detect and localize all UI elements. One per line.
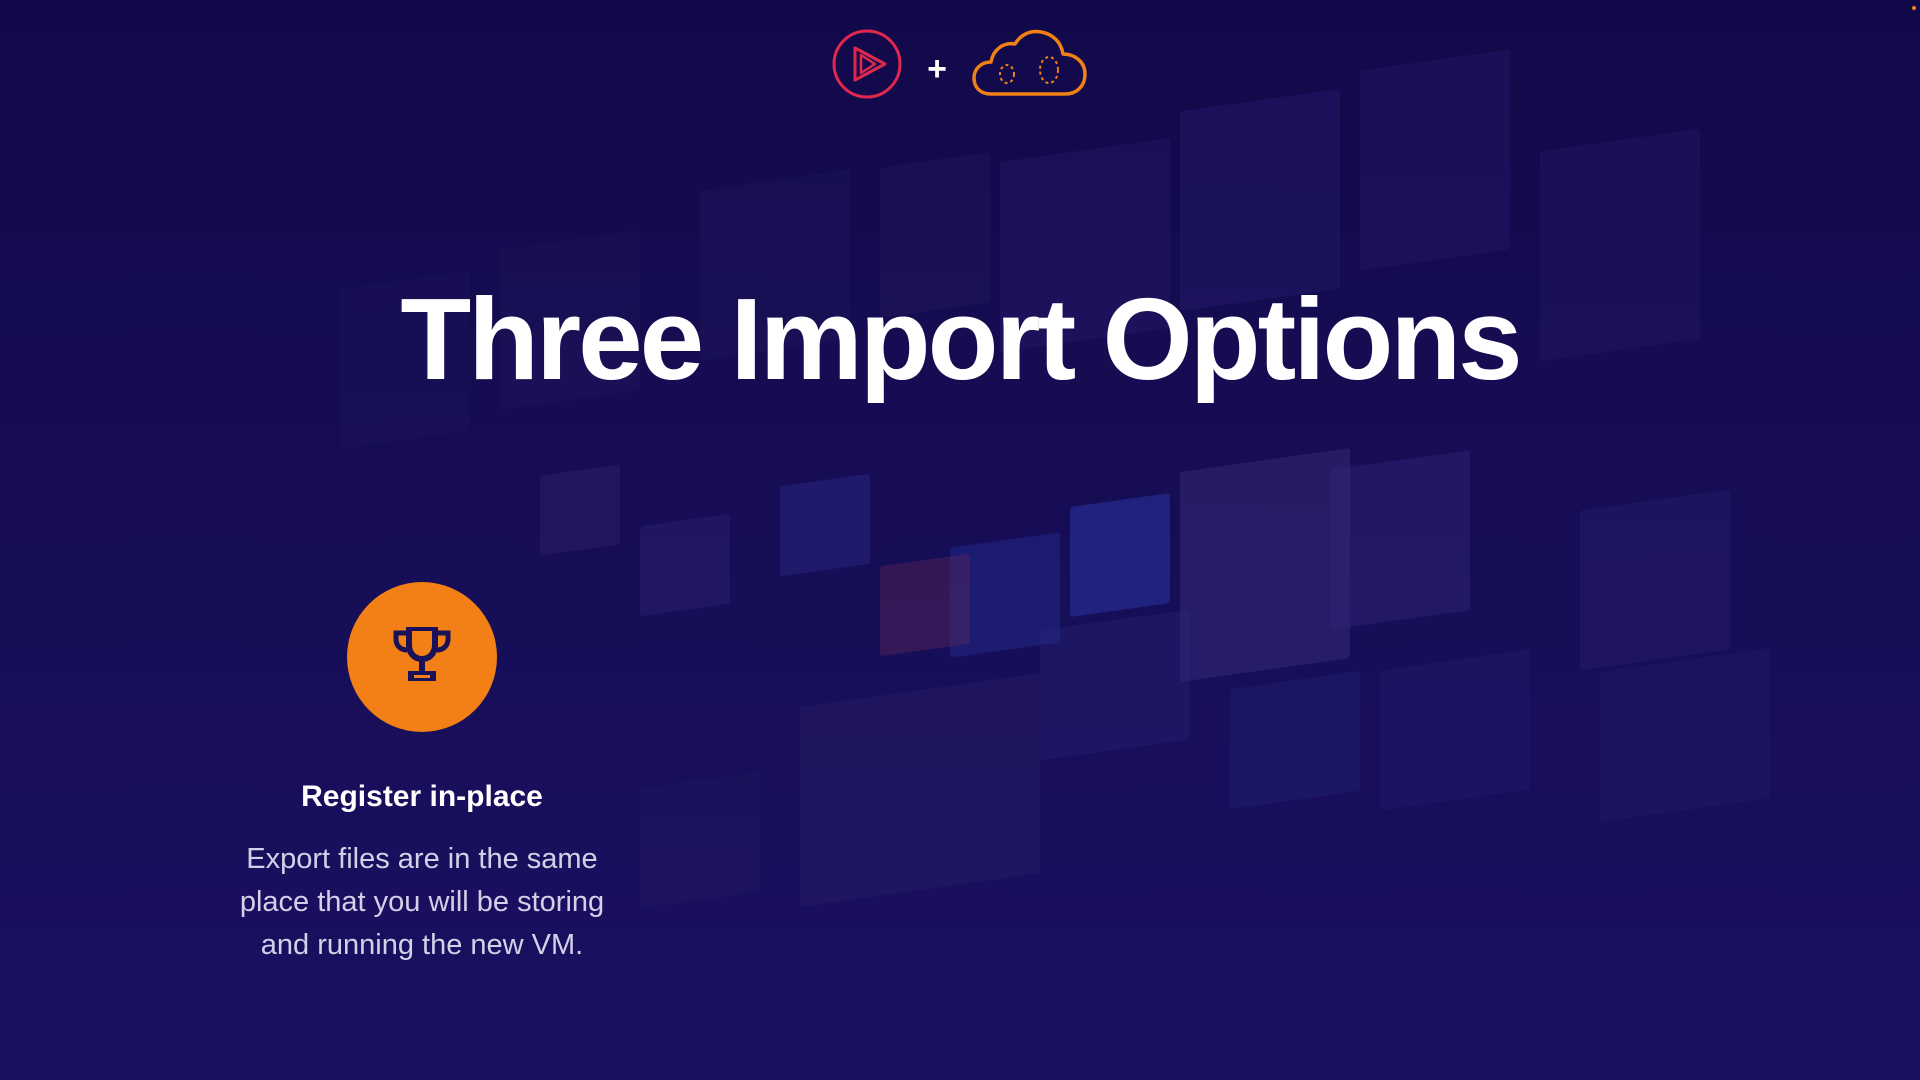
slide-title: Three Import Options: [400, 274, 1522, 404]
option-badge: [347, 582, 497, 732]
option-title: Register in-place: [301, 780, 543, 813]
corner-dot: [1912, 6, 1916, 10]
header-logos: +: [0, 28, 1920, 105]
plus-separator: +: [927, 49, 947, 88]
trophy-icon: [388, 621, 456, 694]
cloud-icon: [971, 28, 1089, 105]
option-card: Register in-place Export files are in th…: [200, 582, 644, 967]
play-circle-icon: [831, 28, 903, 105]
option-description: Export files are in the same place that …: [239, 843, 605, 961]
